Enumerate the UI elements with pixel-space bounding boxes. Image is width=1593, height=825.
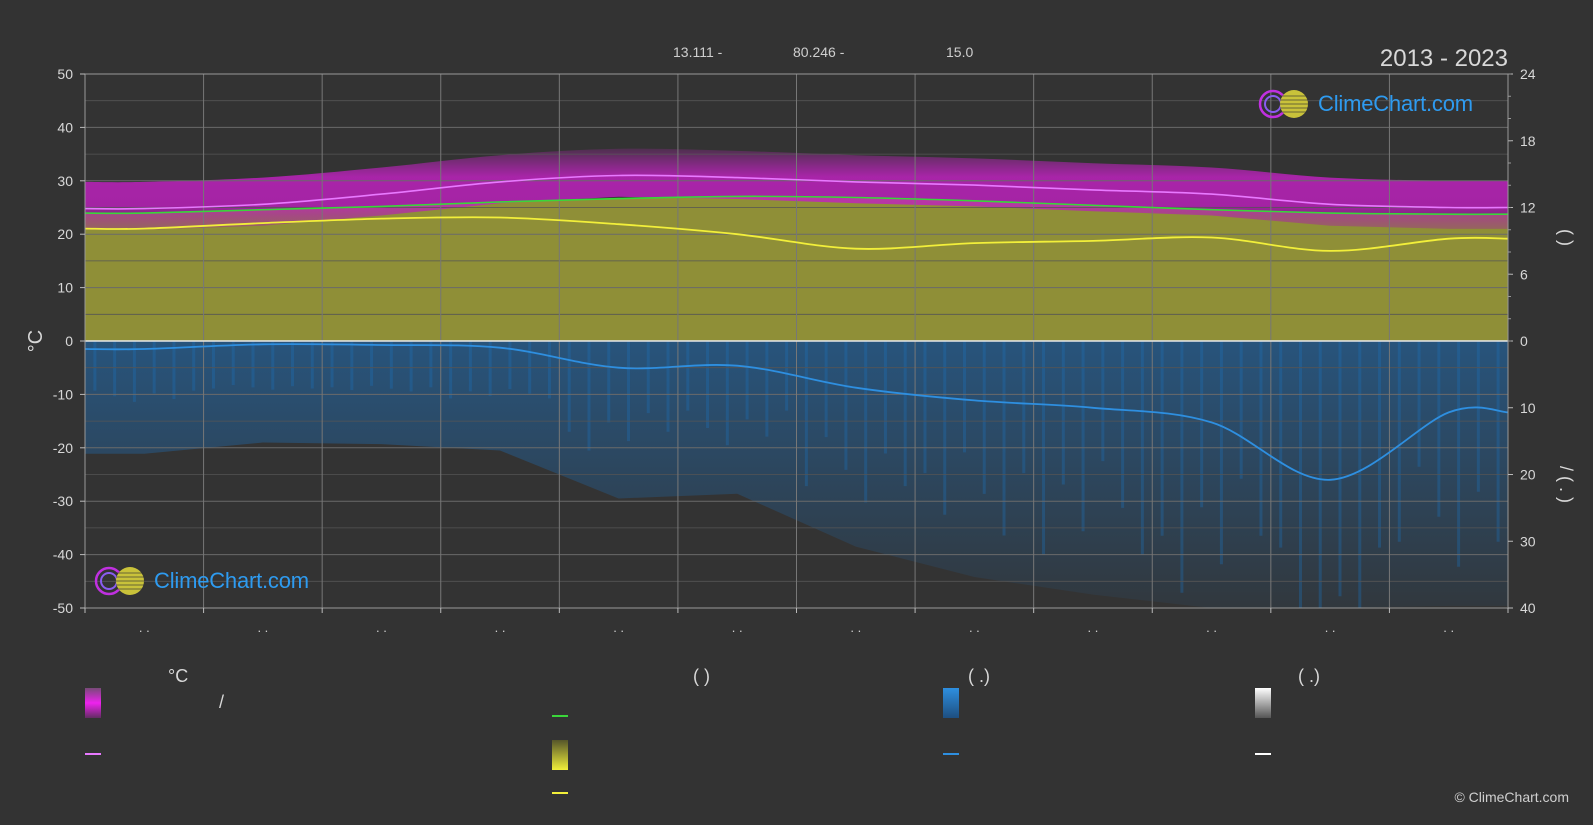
right-axis-rain-tick-label: 20: [1520, 467, 1536, 483]
right-axis-sun-tick-label: 12: [1520, 200, 1536, 216]
chart-legend: °C ( ) ( .) ( .) /: [0, 660, 1593, 800]
brand-logo-top[interactable]: ClimeChart.com: [1258, 88, 1473, 120]
legend-swatch-daylight: [552, 715, 568, 717]
x-axis-tick-label: . .: [1088, 620, 1099, 635]
brand-logo-bottom[interactable]: ClimeChart.com: [94, 565, 309, 597]
x-axis-tick-label: . .: [257, 620, 268, 635]
left-axis-tick-label: -30: [53, 493, 73, 509]
x-axis-tick-label: . .: [376, 620, 387, 635]
legend-swatch-snow-mean: [1255, 753, 1271, 755]
copyright-text: © ClimeChart.com: [1454, 789, 1569, 805]
left-axis-tick-label: 50: [57, 66, 73, 82]
right-axis-rain-tick-label: 40: [1520, 600, 1536, 616]
elevation-label: 15.0: [946, 44, 974, 60]
legend-range-separator: /: [219, 692, 225, 712]
brand-logo-text: ClimeChart.com: [1318, 91, 1473, 116]
brand-logo-text: ClimeChart.com: [154, 568, 309, 593]
legend-swatch-sunshine-daily: [552, 740, 568, 770]
longitude-label: 80.246 -: [793, 44, 845, 60]
right-axis-rain-title: / ( . ): [1556, 466, 1576, 503]
x-axis-tick-label: . .: [732, 620, 743, 635]
right-axis-rain-tick-label: 30: [1520, 533, 1536, 549]
climechart-logo-icon: [1258, 89, 1308, 119]
right-axis-sun-tick-label: 6: [1520, 266, 1528, 282]
left-axis-tick-label: 0: [65, 333, 73, 349]
legend-swatch-max-temp: [85, 753, 101, 755]
left-axis-tick-label: -40: [53, 547, 73, 563]
right-axis-rain-tick-label: 10: [1520, 400, 1536, 416]
left-axis-tick-label: 40: [57, 119, 73, 135]
legend-swatch-sunshine-mean: [552, 792, 568, 794]
legend-swatch-temp-range: [85, 688, 101, 718]
x-axis-tick-label: . .: [495, 620, 506, 635]
x-axis-tick-label: . .: [969, 620, 980, 635]
x-axis-tick-label: . .: [139, 620, 150, 635]
x-axis-tick-label: . .: [1325, 620, 1336, 635]
left-axis-tick-label: -50: [53, 600, 73, 616]
legend-header-temperature: °C: [168, 666, 189, 686]
right-axis-sun-tick-label: 18: [1520, 133, 1536, 149]
x-axis-tick-label: . .: [850, 620, 861, 635]
right-axis-sun-title: ( ): [1556, 229, 1576, 246]
grid-layer: [85, 73, 1508, 609]
right-axis-sun-tick-label: 0: [1520, 333, 1528, 349]
left-axis-tick-label: 30: [57, 173, 73, 189]
legend-header-sun: ( ): [693, 666, 710, 686]
x-axis-tick-label: . .: [613, 620, 624, 635]
latitude-label: 13.111 -: [673, 44, 723, 60]
left-axis-tick-label: -20: [53, 440, 73, 456]
legend-swatch-snow-daily: [1255, 688, 1271, 718]
legend-swatch-precip-mean: [943, 753, 959, 755]
x-axis-tick-label: . .: [1206, 620, 1217, 635]
left-axis-tick-label: 20: [57, 226, 73, 242]
left-axis-tick-label: -10: [53, 386, 73, 402]
legend-header-snow: ( .): [1298, 666, 1320, 686]
x-axis-tick-label: . .: [1443, 620, 1454, 635]
right-axis-sun-tick-label: 24: [1520, 66, 1536, 82]
legend-header-rain: ( .): [968, 666, 990, 686]
left-axis-title: °C: [25, 330, 47, 352]
period-title: 2013 - 2023: [1379, 45, 1508, 72]
left-axis-tick-label: 10: [57, 280, 73, 296]
legend-swatch-precip-daily: [943, 688, 959, 718]
climechart-logo-icon: [94, 566, 144, 596]
